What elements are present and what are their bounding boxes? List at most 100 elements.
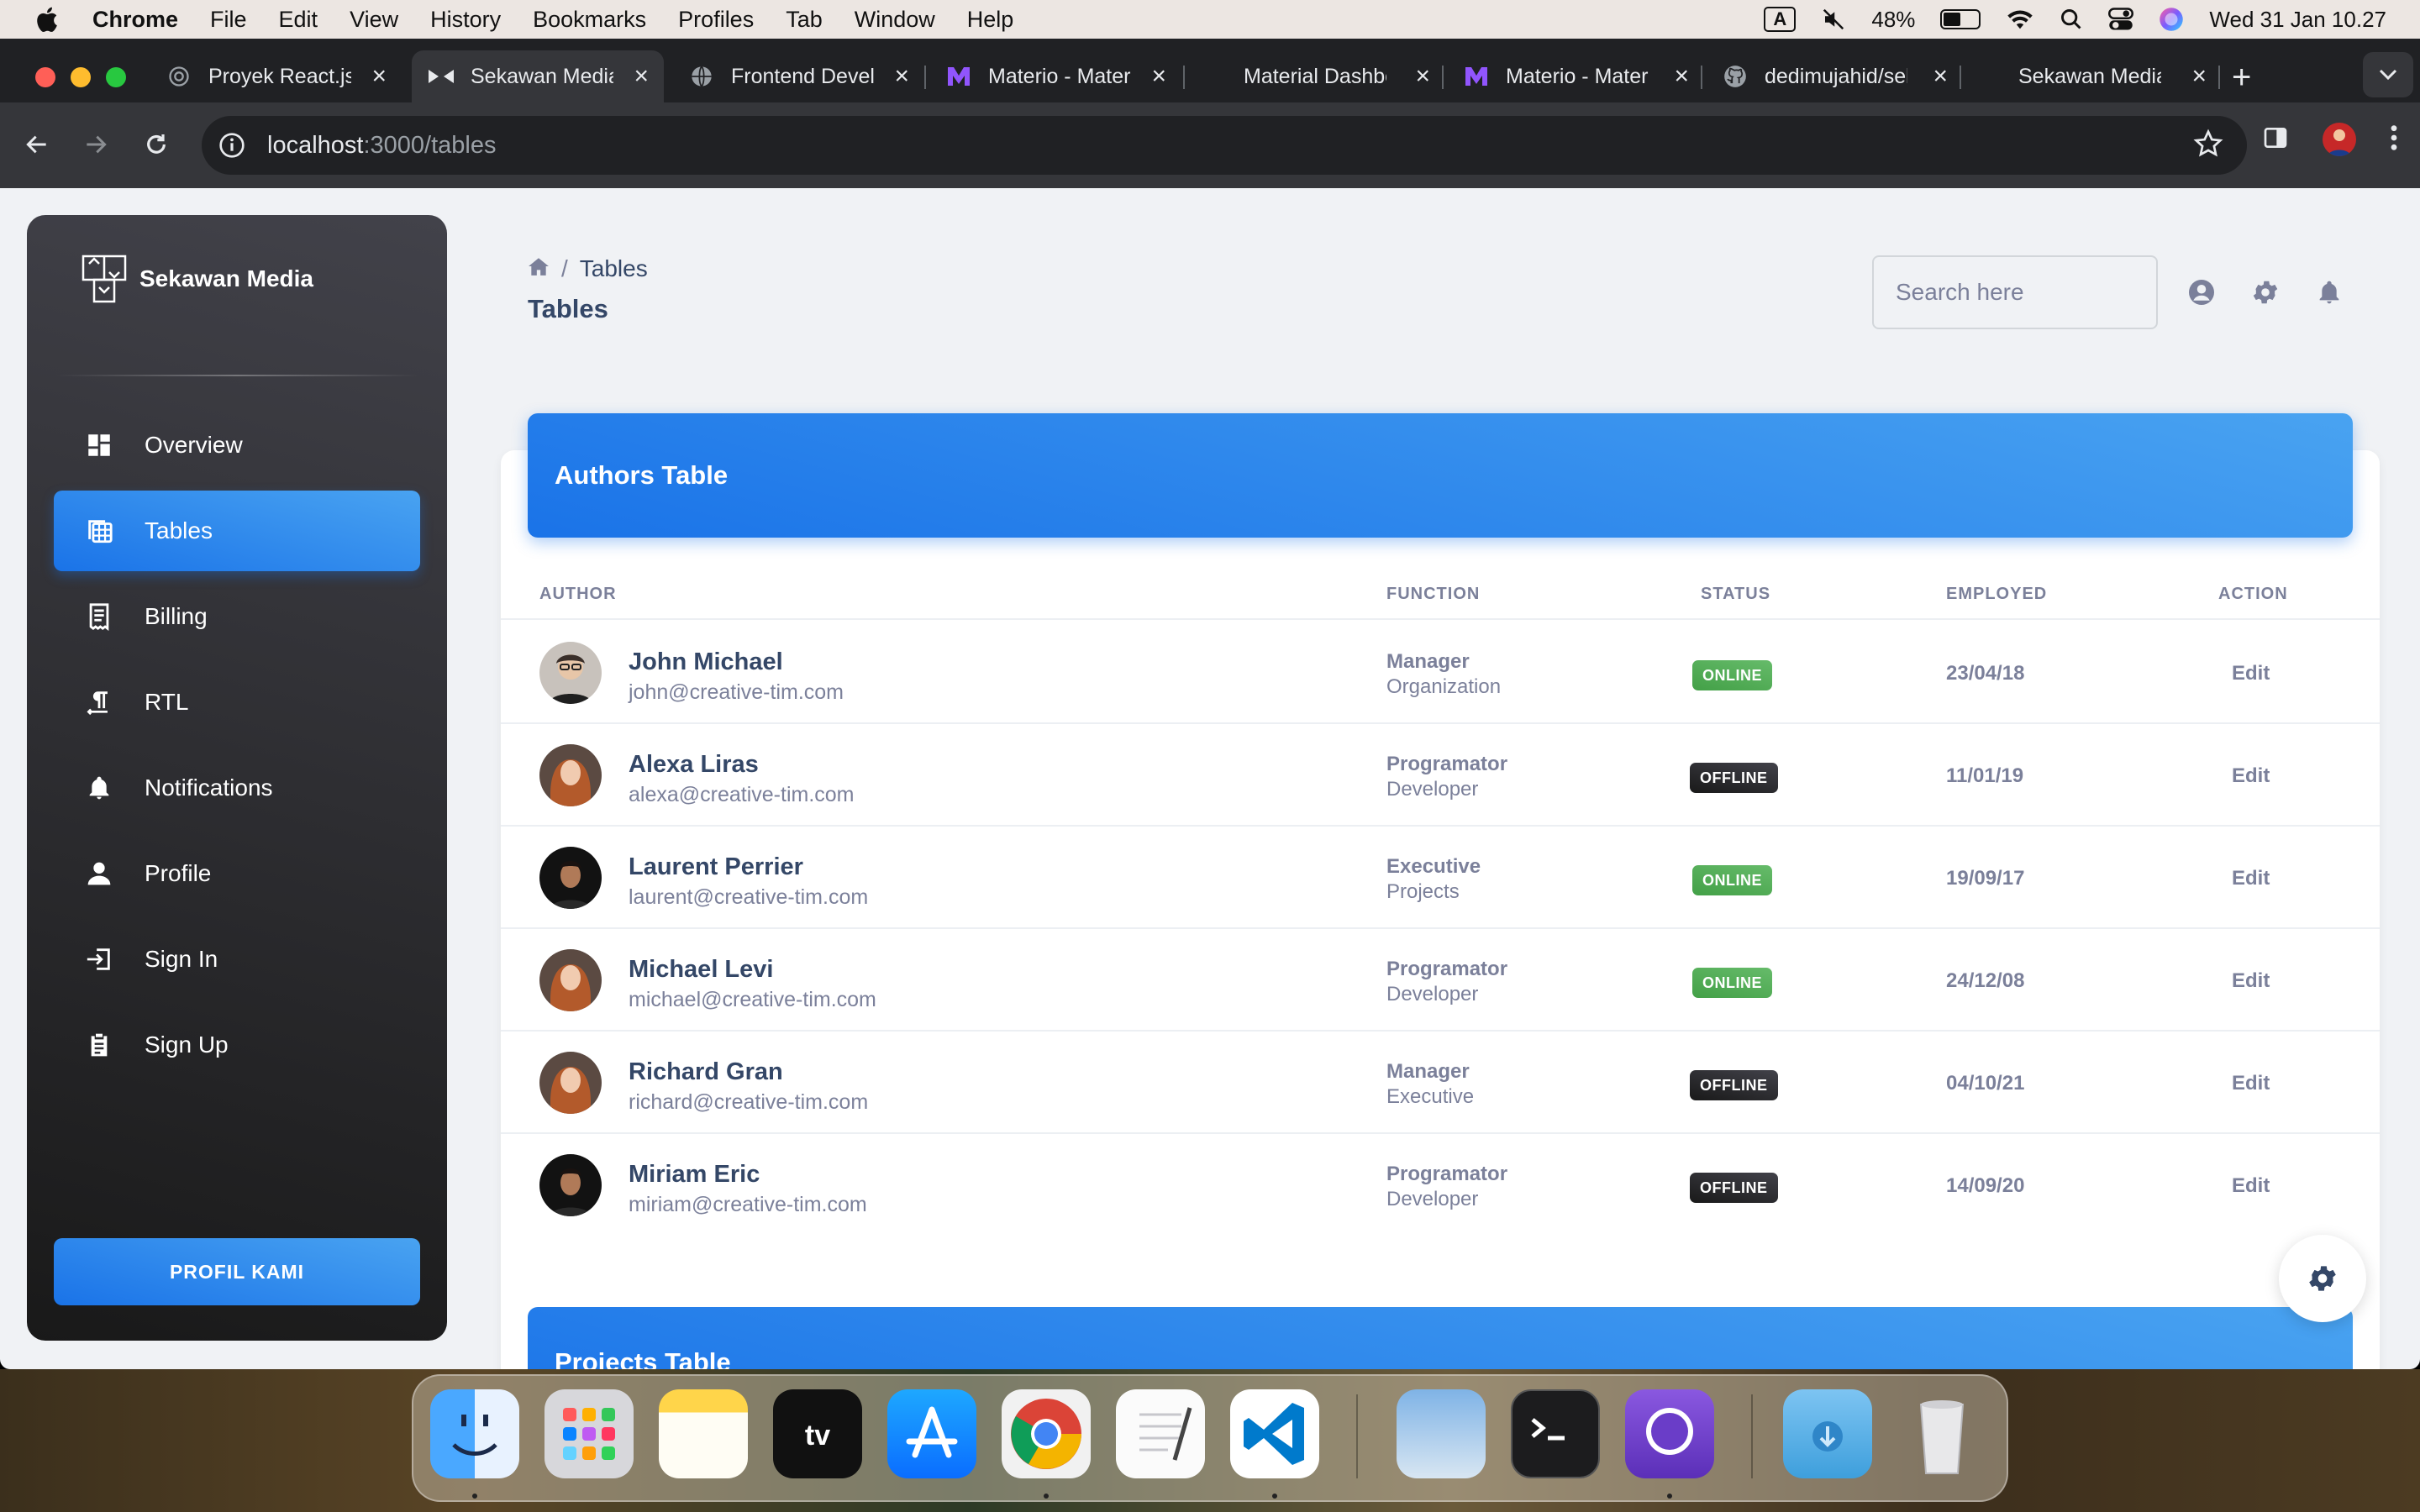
close-tab-icon[interactable]: ×: [1933, 64, 1948, 89]
bookmark-star-icon[interactable]: [2193, 129, 2223, 163]
downloads-folder-icon[interactable]: [1783, 1389, 1872, 1478]
sidebar-item-notifications[interactable]: Notifications: [54, 748, 420, 828]
app-store-icon[interactable]: [887, 1389, 976, 1478]
apple-tv-icon[interactable]: tv: [773, 1389, 862, 1478]
close-tab-icon[interactable]: ×: [2191, 64, 2207, 89]
github-desktop-icon[interactable]: [1625, 1389, 1714, 1478]
sidebar-item-overview[interactable]: Overview: [54, 405, 420, 486]
new-tab-button[interactable]: +: [2232, 59, 2251, 97]
window-controls: [35, 67, 126, 87]
tab-search-button[interactable]: [2363, 52, 2413, 97]
menu-file[interactable]: File: [210, 7, 247, 33]
search-input[interactable]: Search here: [1872, 255, 2158, 329]
edit-link[interactable]: Edit: [2232, 1072, 2270, 1095]
brand[interactable]: Sekawan Media: [81, 254, 313, 304]
home-icon[interactable]: [528, 255, 550, 282]
minimize-window-button[interactable]: [71, 67, 91, 87]
menu-bookmarks[interactable]: Bookmarks: [533, 7, 646, 33]
configurator-button[interactable]: [2279, 1235, 2366, 1322]
menu-edit[interactable]: Edit: [279, 7, 318, 33]
close-tab-icon[interactable]: ×: [1415, 64, 1430, 89]
launchpad-icon[interactable]: [544, 1389, 634, 1478]
menubar-clock[interactable]: Wed 31 Jan 10.27: [2209, 7, 2386, 33]
menu-view[interactable]: View: [350, 7, 398, 33]
address-bar[interactable]: localhost:3000/tables: [202, 116, 2247, 175]
tab-strip: Proyek React.js × Sekawan Media × Fronte…: [0, 50, 2420, 102]
menu-app-name[interactable]: Chrome: [92, 7, 178, 33]
status-badge: OFFLINE: [1690, 1173, 1778, 1203]
table-row: Alexa Liras alexa@creative-tim.com Progr…: [501, 724, 2380, 827]
browser-tab[interactable]: Materio - Materio ×: [1447, 50, 1704, 102]
forward-button[interactable]: [77, 126, 114, 163]
finder-icon[interactable]: [430, 1389, 519, 1478]
browser-tab[interactable]: Material Dashboard ×: [1188, 50, 1445, 102]
edit-link[interactable]: Edit: [2232, 867, 2270, 890]
sidebar-item-sign-in[interactable]: Sign In: [54, 919, 420, 1000]
close-tab-icon[interactable]: ×: [1674, 64, 1689, 89]
siri-icon[interactable]: [2159, 7, 2184, 32]
browser-tab[interactable]: Proyek React.js ×: [150, 50, 402, 102]
close-tab-icon[interactable]: ×: [371, 64, 387, 89]
browser-tab[interactable]: Frontend Developer ×: [672, 50, 924, 102]
close-tab-icon[interactable]: ×: [1151, 64, 1166, 89]
menubar-status-area: A 48% Wed 31 Jan 10.27: [1764, 0, 2386, 39]
column-header-status: STATUS: [1701, 585, 1771, 603]
account-circle-icon[interactable]: [2185, 276, 2218, 309]
tab-separator: [1442, 66, 1444, 89]
sidebar-item-tables[interactable]: Tables: [54, 491, 420, 571]
edit-link[interactable]: Edit: [2232, 662, 2270, 685]
function-role: Programator: [1386, 1163, 1508, 1185]
notes-icon[interactable]: [659, 1389, 748, 1478]
close-tab-icon[interactable]: ×: [894, 64, 909, 89]
paragraph-icon: [84, 687, 114, 717]
sidebar-item-profile[interactable]: Profile: [54, 833, 420, 914]
sidenav-divider: [55, 375, 418, 376]
menu-tab[interactable]: Tab: [786, 7, 823, 33]
edit-link[interactable]: Edit: [2232, 764, 2270, 788]
close-tab-icon[interactable]: ×: [634, 64, 649, 89]
sidebar-item-billing[interactable]: Billing: [54, 576, 420, 657]
preview-icon[interactable]: [1397, 1389, 1486, 1478]
mute-icon[interactable]: [1821, 7, 1846, 32]
table-row: Laurent Perrier laurent@creative-tim.com…: [501, 827, 2380, 929]
edit-link[interactable]: Edit: [2232, 969, 2270, 993]
chrome-icon[interactable]: [1002, 1389, 1091, 1478]
apple-logo-icon[interactable]: [34, 5, 59, 34]
menu-history[interactable]: History: [430, 7, 501, 33]
vscode-icon[interactable]: [1230, 1389, 1319, 1478]
dashboard-icon: [84, 430, 114, 460]
trash-icon[interactable]: [1897, 1389, 1986, 1478]
profil-kami-button[interactable]: PROFIL KAMI: [54, 1238, 420, 1305]
reload-button[interactable]: [138, 126, 175, 163]
browser-tab[interactable]: dedimujahid/sekawan ×: [1706, 50, 1963, 102]
sidebar-item-sign-up[interactable]: Sign Up: [54, 1005, 420, 1085]
edit-link[interactable]: Edit: [2232, 1174, 2270, 1198]
browser-tab[interactable]: Materio - Materio ×: [929, 50, 1181, 102]
terminal-icon[interactable]: [1511, 1389, 1600, 1478]
employed-date: 11/01/19: [1946, 764, 2024, 787]
menu-window[interactable]: Window: [855, 7, 935, 33]
profile-avatar[interactable]: [2323, 123, 2356, 156]
sidebar-item-rtl[interactable]: RTL: [54, 662, 420, 743]
back-button[interactable]: [18, 126, 55, 163]
spotlight-search-icon[interactable]: [2060, 8, 2083, 31]
status-badge: ONLINE: [1692, 865, 1773, 895]
sidebar-item-label: Sign In: [145, 946, 218, 972]
kebab-menu-icon[interactable]: [2390, 123, 2398, 156]
input-source-icon[interactable]: A: [1764, 7, 1797, 32]
browser-tab-active[interactable]: Sekawan Media ×: [412, 50, 664, 102]
settings-gear-icon[interactable]: [2249, 276, 2282, 309]
side-panel-icon[interactable]: [2262, 124, 2289, 155]
menu-help[interactable]: Help: [967, 7, 1014, 33]
browser-tab[interactable]: Sekawan Media ×: [1965, 50, 2222, 102]
textedit-icon[interactable]: [1116, 1389, 1205, 1478]
notification-bell-icon[interactable]: [2312, 276, 2346, 309]
menu-profiles[interactable]: Profiles: [678, 7, 754, 33]
wifi-icon[interactable]: [2006, 8, 2034, 31]
battery-icon[interactable]: [1940, 9, 1981, 29]
control-center-icon[interactable]: [2108, 8, 2134, 31]
site-info-icon[interactable]: [215, 129, 249, 162]
zoom-window-button[interactable]: [106, 67, 126, 87]
sidenav-list: Overview Tables Billing RTL Notification…: [54, 405, 420, 1090]
close-window-button[interactable]: [35, 67, 55, 87]
